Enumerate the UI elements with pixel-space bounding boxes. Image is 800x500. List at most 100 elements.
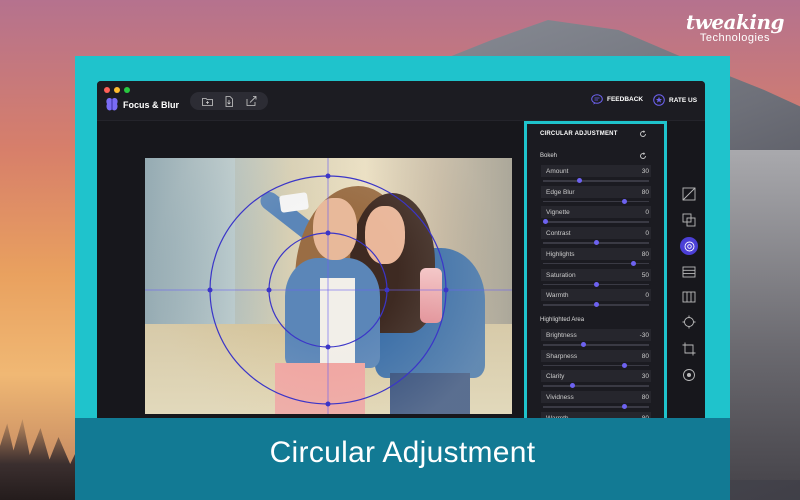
slider-track[interactable] <box>543 180 649 182</box>
slider-brightness[interactable]: Brightness -30 <box>541 329 651 347</box>
export-icon <box>246 96 256 106</box>
slider-track[interactable] <box>543 344 649 346</box>
crop-button[interactable] <box>676 339 702 359</box>
slider-sharpness[interactable]: Sharpness 80 <box>541 349 651 368</box>
feedback-button[interactable]: FEEDBACK <box>591 94 643 105</box>
slider-track[interactable] <box>543 385 649 387</box>
grid-button[interactable] <box>676 287 702 307</box>
slider-highlights[interactable]: Highlights 80 <box>541 247 651 266</box>
slider-vividness[interactable]: Vividness 80 <box>541 391 651 410</box>
add-folder-icon <box>201 97 213 106</box>
slider-edge-blur[interactable]: Edge Blur 80 <box>541 185 651 204</box>
slider-thumb[interactable] <box>593 240 599 246</box>
close-window-button[interactable] <box>104 87 110 93</box>
import-button[interactable] <box>223 95 236 107</box>
brand-line1: tweaking <box>685 10 785 34</box>
slider-value: 0 <box>645 292 649 300</box>
slider-label: Amount <box>546 168 569 175</box>
slider-thumb[interactable] <box>570 383 576 389</box>
adjustment-panel: CIRCULAR ADJUSTMENT Bokeh Amount 30 Edge B… <box>524 121 667 433</box>
slider-vignette[interactable]: Vignette 0 <box>541 206 651 225</box>
grid-icon <box>682 291 696 303</box>
slider-value: 80 <box>641 188 649 196</box>
active-tool-indicator <box>680 237 698 255</box>
title-bar: Focus & Blur FEEDBACK RATE US <box>97 81 705 121</box>
brand-line2: Technologies <box>699 32 771 44</box>
slider-contrast[interactable]: Contrast 0 <box>541 227 651 246</box>
slider-value: 80 <box>641 352 649 360</box>
slider-value: -30 <box>639 332 649 339</box>
slider-value: 30 <box>641 168 649 175</box>
reset-bokeh-icon[interactable] <box>639 152 647 160</box>
focus-button[interactable] <box>676 312 702 332</box>
slider-thumb[interactable] <box>622 198 628 204</box>
reset-button[interactable] <box>676 365 702 385</box>
slider-value: 30 <box>641 373 649 381</box>
inner-handle-top[interactable] <box>325 230 331 236</box>
slider-value: 0 <box>645 209 649 217</box>
slider-thumb[interactable] <box>542 219 548 225</box>
focus-icon <box>682 315 696 329</box>
window-controls <box>104 87 130 93</box>
slider-value: 50 <box>641 271 649 279</box>
reset-adjustment-icon[interactable] <box>639 130 647 138</box>
add-folder-button[interactable] <box>201 96 214 107</box>
minimize-window-button[interactable] <box>114 87 120 93</box>
highlight-section-title: Highlighted Area <box>540 317 585 323</box>
outer-handle-left[interactable] <box>207 287 213 293</box>
stripes-button[interactable] <box>676 262 702 282</box>
slider-label: Contrast <box>546 230 571 238</box>
slider-label: Warmth <box>546 292 569 300</box>
slider-track[interactable] <box>543 364 649 367</box>
slider-label: Edge Blur <box>546 188 575 196</box>
slider-thumb[interactable] <box>580 342 586 347</box>
slider-value: 80 <box>641 394 649 402</box>
slider-thumb[interactable] <box>630 260 636 266</box>
slider-saturation[interactable]: Saturation 50 <box>541 268 651 287</box>
star-badge-icon <box>653 94 665 106</box>
circular-adjustment-overlay[interactable] <box>145 158 512 414</box>
inner-handle-right[interactable] <box>384 287 390 293</box>
slider-label: Vividness <box>546 394 574 402</box>
outer-handle-top[interactable] <box>325 173 331 179</box>
slider-track[interactable] <box>543 200 649 203</box>
outer-handle-right[interactable] <box>443 287 449 293</box>
inner-handle-left[interactable] <box>266 287 272 293</box>
layers-icon <box>682 213 696 227</box>
slider-label: Brightness <box>546 332 577 339</box>
bokeh-section-title: Bokeh <box>540 153 558 159</box>
slider-thumb[interactable] <box>576 178 582 183</box>
layers-button[interactable] <box>676 210 702 230</box>
linear-adjust-button[interactable] <box>676 184 702 204</box>
mountain-side <box>730 150 800 480</box>
inner-handle-bottom[interactable] <box>325 344 331 350</box>
linear-adjust-icon <box>682 187 696 201</box>
app-title: Focus & Blur <box>123 100 180 110</box>
slider-amount[interactable]: Amount 30 <box>541 165 651 183</box>
slider-label: Vignette <box>546 209 570 217</box>
outer-handle-bottom[interactable] <box>325 401 331 407</box>
butterfly-logo-icon <box>106 97 118 111</box>
panel-title: CIRCULAR ADJUSTMENT <box>540 131 618 137</box>
circular-adjust-icon <box>684 241 694 251</box>
rate-us-button[interactable]: RATE US <box>653 94 697 106</box>
slider-thumb[interactable] <box>622 404 628 410</box>
slider-track[interactable] <box>543 406 649 408</box>
slider-track[interactable] <box>543 221 649 223</box>
slider-clarity[interactable]: Clarity 30 <box>541 370 651 389</box>
slider-thumb[interactable] <box>593 281 599 287</box>
caption-text: Circular Adjustment <box>269 436 536 469</box>
export-button[interactable] <box>245 96 258 107</box>
reset-icon <box>683 369 695 381</box>
maximize-window-button[interactable] <box>124 87 130 93</box>
slider-label: Highlights <box>546 250 575 258</box>
slider-thumb[interactable] <box>622 362 628 368</box>
slider-thumb[interactable] <box>593 302 599 308</box>
crop-icon <box>682 342 696 356</box>
import-icon <box>225 95 233 107</box>
slider-warmth[interactable]: Warmth 0 <box>541 289 651 308</box>
slider-label: Saturation <box>546 271 576 279</box>
circular-adjust-button[interactable] <box>676 236 702 256</box>
slider-value: 80 <box>641 250 649 258</box>
rate-us-label: RATE US <box>669 96 698 104</box>
